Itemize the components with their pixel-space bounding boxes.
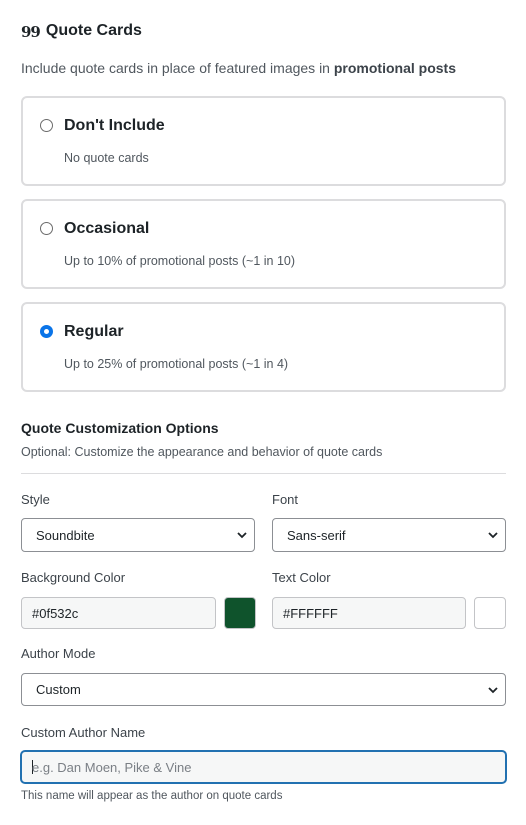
custom-author-placeholder: e.g. Dan Moen, Pike & Vine bbox=[32, 759, 192, 775]
style-label: Style bbox=[21, 492, 50, 507]
option-subtitle: Up to 10% of promotional posts (~1 in 10… bbox=[64, 254, 296, 268]
section-title: Quote Cards bbox=[45, 21, 142, 39]
custom-author-label: Custom Author Name bbox=[21, 725, 146, 740]
style-value: Soundbite bbox=[36, 527, 95, 543]
quote-icon: 99 bbox=[21, 23, 41, 41]
chevron-down-icon bbox=[488, 532, 498, 539]
custom-author-input[interactable]: e.g. Dan Moen, Pike & Vine bbox=[21, 751, 506, 783]
font-label: Font bbox=[272, 492, 299, 507]
section-header: 99 Quote Cards bbox=[21, 20, 142, 42]
customization-title: Quote Customization Options bbox=[21, 420, 219, 436]
radio-occasional[interactable] bbox=[40, 222, 53, 235]
option-regular[interactable]: Regular Up to 25% of promotional posts (… bbox=[21, 302, 506, 392]
font-select[interactable]: Sans-serif bbox=[272, 518, 506, 552]
background-color-label: Background Color bbox=[21, 570, 126, 585]
chevron-down-icon bbox=[237, 532, 247, 539]
description-text: Include quote cards in place of featured… bbox=[21, 60, 334, 76]
text-color-input[interactable]: #FFFFFF bbox=[272, 597, 466, 629]
customization-subtitle: Optional: Customize the appearance and b… bbox=[21, 445, 383, 459]
custom-author-hint: This name will appear as the author on q… bbox=[21, 790, 283, 802]
background-color-value: #0f532c bbox=[32, 605, 79, 621]
text-color-value: #FFFFFF bbox=[283, 605, 338, 621]
option-title: Occasional bbox=[64, 220, 150, 237]
option-title: Regular bbox=[64, 323, 124, 340]
radio-dont-include[interactable] bbox=[40, 119, 53, 132]
author-mode-select[interactable]: Custom bbox=[21, 673, 506, 706]
description-emphasis: promotional posts bbox=[333, 60, 456, 76]
option-subtitle: No quote cards bbox=[64, 151, 149, 165]
section-description: Include quote cards in place of featured… bbox=[21, 60, 456, 76]
font-value: Sans-serif bbox=[287, 527, 346, 543]
option-title: Don't Include bbox=[64, 117, 165, 134]
background-color-input[interactable]: #0f532c bbox=[21, 597, 216, 629]
background-color-swatch[interactable] bbox=[224, 597, 256, 629]
option-dont-include[interactable]: Don't Include No quote cards bbox=[21, 96, 506, 186]
author-mode-label: Author Mode bbox=[21, 646, 96, 661]
radio-regular[interactable] bbox=[40, 325, 53, 338]
divider bbox=[21, 473, 506, 474]
chevron-down-icon bbox=[488, 687, 498, 694]
text-color-label: Text Color bbox=[272, 570, 331, 585]
option-occasional[interactable]: Occasional Up to 10% of promotional post… bbox=[21, 199, 506, 289]
text-color-swatch[interactable] bbox=[474, 597, 506, 629]
author-mode-value: Custom bbox=[36, 682, 81, 697]
style-select[interactable]: Soundbite bbox=[21, 518, 255, 552]
option-subtitle: Up to 25% of promotional posts (~1 in 4) bbox=[64, 357, 289, 371]
